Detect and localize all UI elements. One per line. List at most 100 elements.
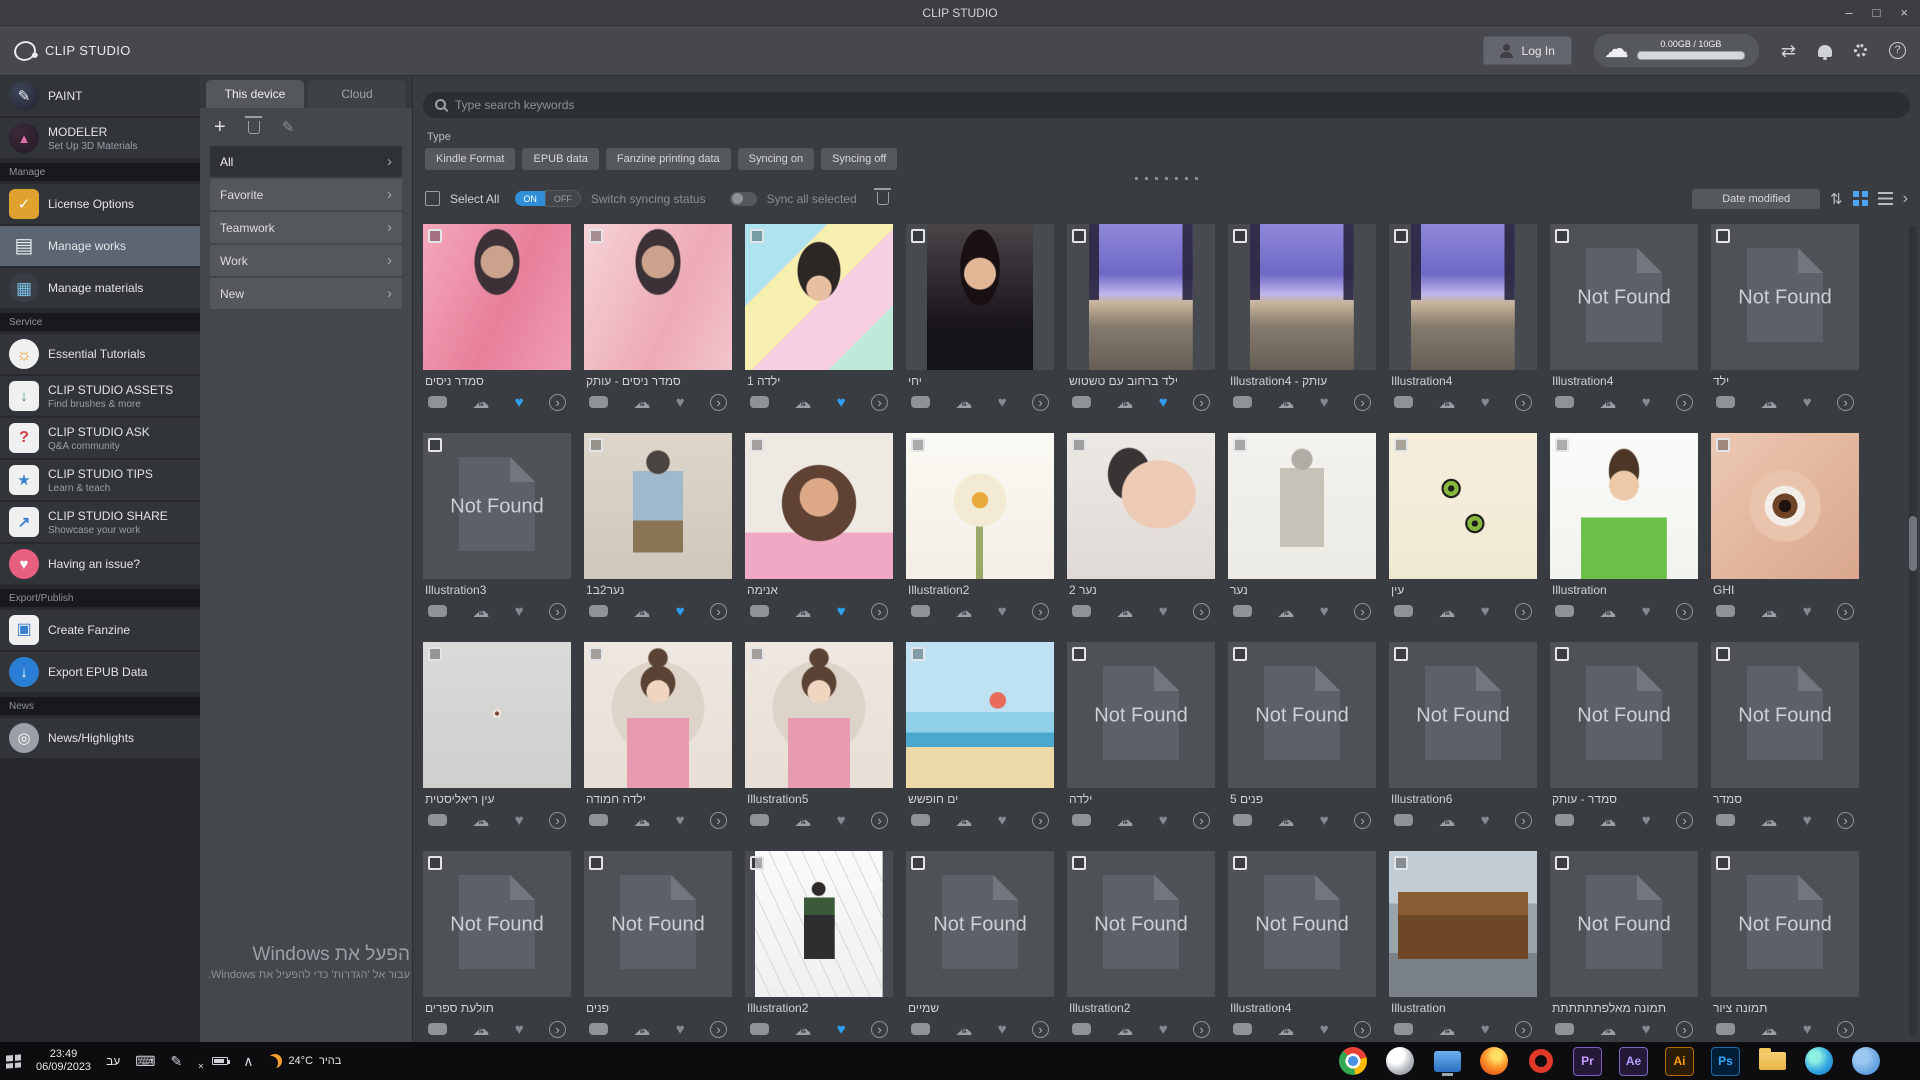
syncing-toggle[interactable]: ON OFF [515,190,581,207]
work-checkbox[interactable] [428,647,442,661]
cloud-sync-icon[interactable]: ☁ [794,603,811,620]
favorite-heart-icon[interactable]: ♥ [515,1022,524,1037]
work-thumbnail[interactable] [745,433,893,579]
sidebar-item-essential-tutorials[interactable]: ☼ Essential Tutorials [0,334,200,374]
work-thumbnail[interactable] [906,224,1054,370]
cloud-sync-icon[interactable]: ☁ [472,603,489,620]
more-chevron-icon[interactable]: › [710,1021,727,1038]
sidebar-item-paint[interactable]: ✎ PAINT [0,76,200,116]
work-item[interactable]: אנימה ☁ ♥ › [745,433,893,624]
search-bar[interactable] [423,92,1910,118]
work-item[interactable]: Not Found Illustration2 ☁ ♥ › [1067,851,1215,1042]
work-item[interactable]: Illustration2 ☁ ♥ › [745,851,893,1042]
taskbar-after-effects-icon[interactable]: Ae [1619,1047,1648,1076]
taskbar-monitor-app-icon[interactable] [1432,1046,1462,1076]
library-filter-item[interactable]: Favorite › [210,179,402,210]
sidebar-item-clip-studio-assets[interactable]: ↓ CLIP STUDIO ASSETS Find brushes & more [0,376,200,416]
taskbar-edge-icon[interactable] [1804,1046,1834,1076]
settings-gear-icon[interactable] [1854,44,1867,57]
favorite-heart-icon[interactable]: ♥ [1320,813,1329,828]
tab-cloud[interactable]: Cloud [308,80,406,108]
favorite-heart-icon[interactable]: ♥ [1159,1022,1168,1037]
cloud-sync-icon[interactable]: ☁ [1438,603,1455,620]
work-thumbnail[interactable]: Not Found [423,433,571,579]
work-thumbnail[interactable]: Not Found [1550,642,1698,788]
start-button[interactable] [6,1054,21,1068]
work-thumbnail[interactable]: Not Found [1550,851,1698,997]
favorite-heart-icon[interactable]: ♥ [1481,604,1490,619]
favorite-heart-icon[interactable]: ♥ [1803,1022,1812,1037]
favorite-heart-icon[interactable]: ♥ [515,604,524,619]
work-checkbox[interactable] [1233,438,1247,452]
sidebar-item-license-options[interactable]: ✓ License Options [0,184,200,224]
work-item[interactable]: ילד ברחוב עם טשטוש ☁ ♥ › [1067,224,1215,415]
work-item[interactable]: Illustration4 ☁ ♥ › [1389,224,1537,415]
more-chevron-icon[interactable]: › [1032,394,1049,411]
work-item[interactable]: Not Found שמיים ☁ ♥ › [906,851,1054,1042]
sync-all-toggle-icon[interactable] [730,192,757,206]
favorite-heart-icon[interactable]: ♥ [1642,1022,1651,1037]
work-checkbox[interactable] [1716,229,1730,243]
favorite-heart-icon[interactable]: ♥ [1159,395,1168,410]
work-checkbox[interactable] [589,647,603,661]
favorite-heart-icon[interactable]: ♥ [837,604,846,619]
favorite-heart-icon[interactable]: ♥ [998,395,1007,410]
work-item[interactable]: Illustration2 ☁ ♥ › [906,433,1054,624]
weather-widget[interactable]: 24°C בהיר [268,1054,341,1068]
more-chevron-icon[interactable]: › [1837,394,1854,411]
trash-icon[interactable] [248,121,260,134]
work-item[interactable]: GHI ☁ ♥ › [1711,433,1859,624]
more-chevron-icon[interactable]: › [1515,1021,1532,1038]
work-checkbox[interactable] [1716,647,1730,661]
work-checkbox[interactable] [428,229,442,243]
favorite-heart-icon[interactable]: ♥ [998,813,1007,828]
add-folder-icon[interactable]: + [214,116,226,139]
work-checkbox[interactable] [1716,438,1730,452]
work-thumbnail[interactable]: Not Found [1228,642,1376,788]
more-chevron-icon[interactable]: › [1354,812,1371,829]
more-chevron-icon[interactable]: › [1515,603,1532,620]
work-item[interactable]: Not Found Illustration6 ☁ ♥ › [1389,642,1537,833]
more-chevron-icon[interactable]: › [549,394,566,411]
type-filter-chip[interactable]: EPUB data [522,148,598,170]
work-item[interactable]: Not Found תמונה מאלפתתתתתת ☁ ♥ › [1550,851,1698,1042]
work-checkbox[interactable] [1394,856,1408,870]
work-thumbnail[interactable] [1067,433,1215,579]
cloud-sync-icon[interactable]: ☁ [1116,394,1133,411]
favorite-heart-icon[interactable]: ♥ [676,395,685,410]
work-item[interactable]: נער ☁ ♥ › [1228,433,1376,624]
sidebar-item-manage-works[interactable]: ▤ Manage works [0,226,200,266]
work-thumbnail[interactable]: Not Found [1067,642,1215,788]
work-thumbnail[interactable] [1550,433,1698,579]
work-checkbox[interactable] [1072,229,1086,243]
work-thumbnail[interactable] [906,642,1054,788]
work-thumbnail[interactable] [745,224,893,370]
more-chevron-icon[interactable]: › [1354,1021,1371,1038]
cloud-sync-icon[interactable]: ☁ [1760,812,1777,829]
work-item[interactable]: Not Found Illustration4 ☁ ♥ › [1550,224,1698,415]
work-thumbnail[interactable] [1389,433,1537,579]
taskbar-illustrator-icon[interactable]: Ai [1665,1047,1694,1076]
close-button[interactable]: × [1900,6,1908,19]
favorite-heart-icon[interactable]: ♥ [1320,1022,1329,1037]
work-checkbox[interactable] [1394,647,1408,661]
help-icon[interactable]: ? [1889,42,1906,59]
notifications-bell-icon[interactable] [1818,45,1832,57]
sidebar-item-clip-studio-share[interactable]: ↗ CLIP STUDIO SHARE Showcase your work [0,502,200,542]
work-checkbox[interactable] [911,438,925,452]
more-chevron-icon[interactable]: › [871,603,888,620]
work-item[interactable]: ילדה 1 ☁ ♥ › [745,224,893,415]
work-checkbox[interactable] [589,229,603,243]
scrollbar-thumb[interactable] [1909,516,1917,571]
favorite-heart-icon[interactable]: ♥ [1320,395,1329,410]
work-checkbox[interactable] [589,856,603,870]
work-thumbnail[interactable] [745,851,893,997]
more-chevron-icon[interactable]: › [1676,1021,1693,1038]
work-checkbox[interactable] [428,438,442,452]
work-checkbox[interactable] [750,229,764,243]
work-item[interactable]: Illustration ☁ ♥ › [1550,433,1698,624]
grid-view-icon[interactable] [1853,191,1868,206]
work-item[interactable]: נער 2 ☁ ♥ › [1067,433,1215,624]
work-checkbox[interactable] [911,647,925,661]
more-chevron-icon[interactable]: › [1193,1021,1210,1038]
